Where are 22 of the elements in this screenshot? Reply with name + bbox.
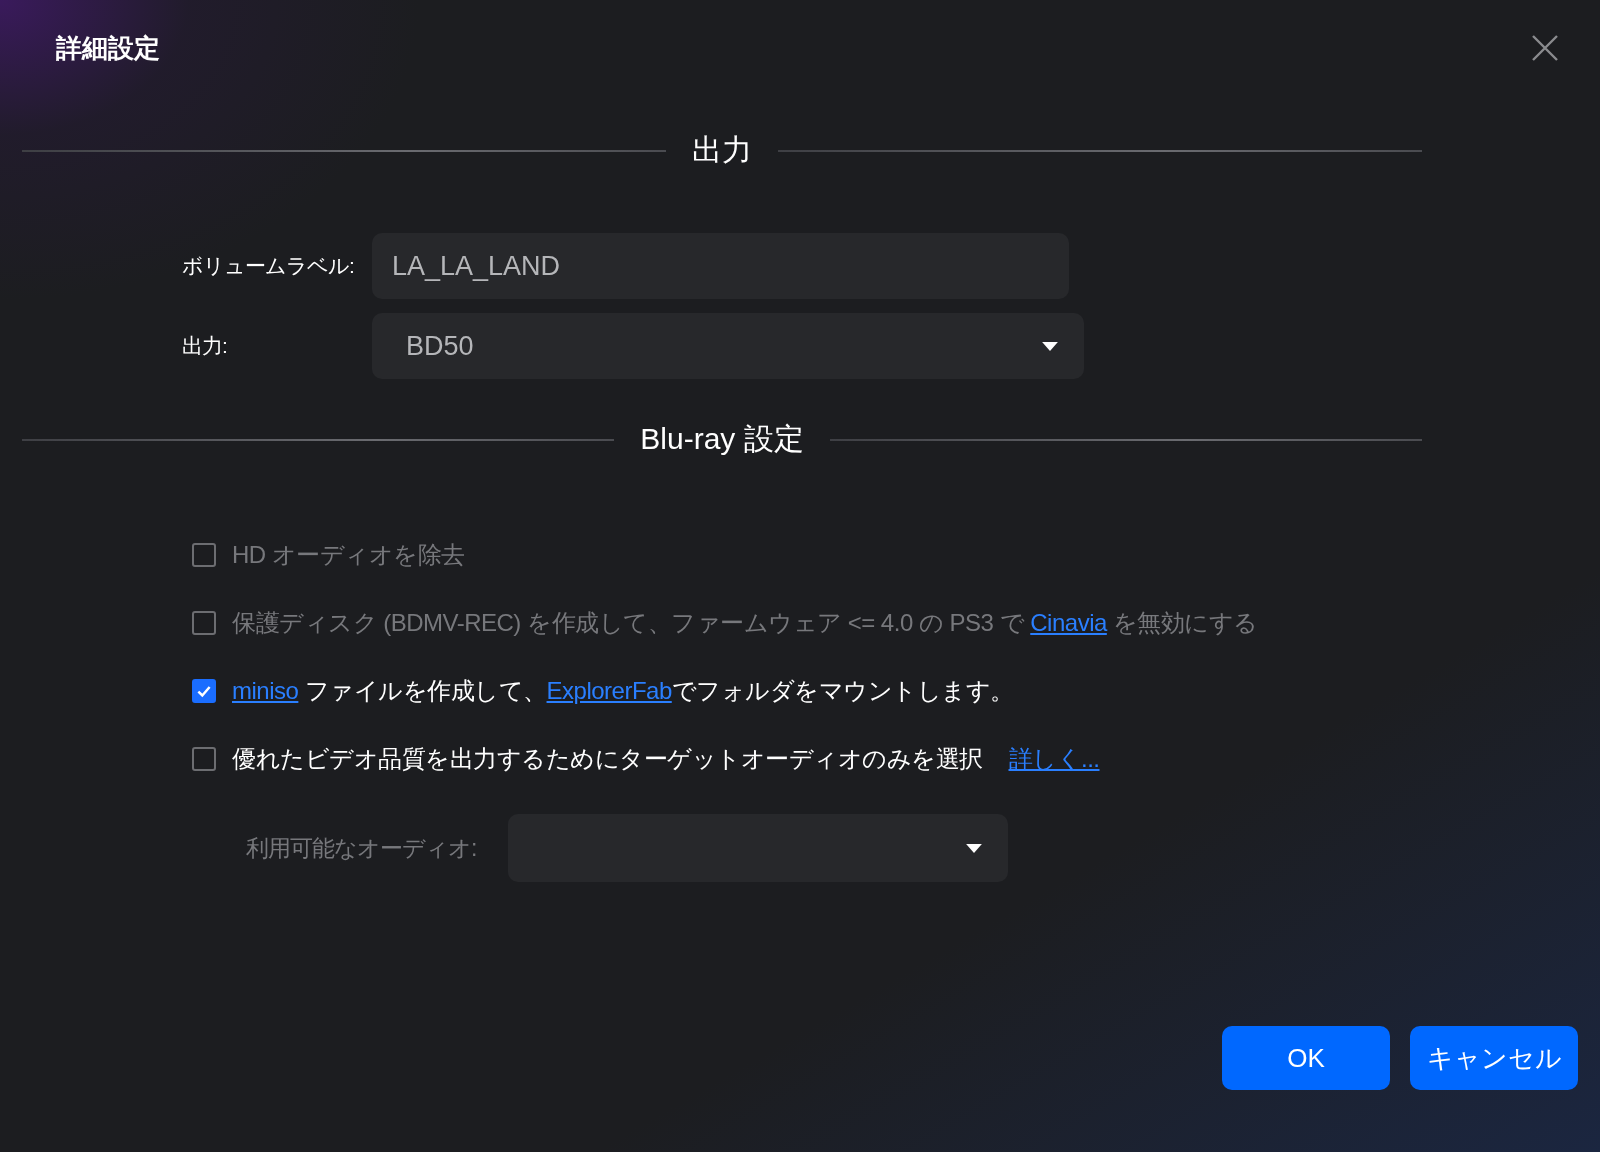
field-label: 出力: [182, 333, 228, 359]
dropdown[interactable]: BD50 [372, 313, 1084, 379]
option-text: miniso ファイルを作成して、ExplorerFabでフォルダをマウントします。 [232, 676, 1014, 706]
caret-icon [1042, 341, 1058, 351]
section-heading: Blu-ray 設定 [640, 421, 804, 457]
option-text: HD オーディオを除去 [232, 540, 465, 570]
field-label: 利用可能なオーディオ: [246, 833, 478, 863]
field-label: ボリュームラベル: [182, 253, 355, 279]
section-heading: 出力 [692, 132, 752, 168]
option-text: 保護ディスク (BDMV-REC) を作成して、ファームウェア <= 4.0 の PS3 で Cinavia を無効にする [232, 608, 1258, 638]
dialog-title: 詳細設定 [56, 31, 160, 65]
option-text: 優れたビデオ品質を出力するためにターゲットオーディオのみを選択 [232, 744, 983, 774]
checkbox[interactable] [192, 679, 216, 703]
more-link[interactable]: 詳しく... [1008, 743, 1100, 775]
caret-icon [966, 843, 982, 853]
dialog-button[interactable]: OK [1222, 1026, 1390, 1090]
dialog-button[interactable]: キャンセル [1410, 1026, 1578, 1090]
checkbox[interactable] [192, 747, 216, 771]
close-icon[interactable] [1532, 35, 1558, 61]
link[interactable]: miniso [232, 677, 299, 704]
text-field[interactable]: LA_LA_LAND [372, 233, 1069, 299]
link[interactable]: ExplorerFab [546, 677, 672, 704]
